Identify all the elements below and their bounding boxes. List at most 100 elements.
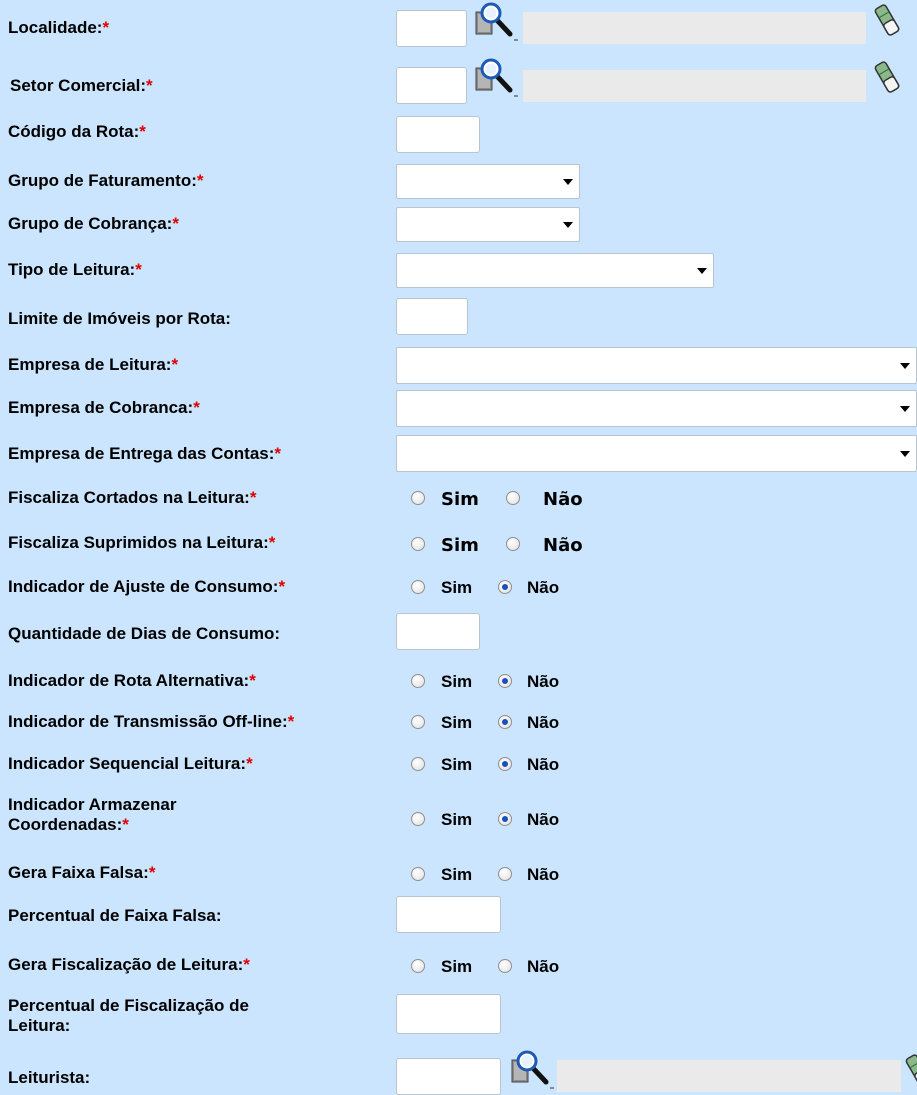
required-marker: *: [148, 863, 156, 882]
armazenar-coordenadas-nao-label: Não: [527, 810, 560, 829]
required-marker: *: [249, 488, 257, 507]
required-marker: *: [278, 577, 286, 596]
fiscaliza-suprimidos-nao-label: Não: [543, 535, 583, 556]
gera-fiscalizacao-label: Gera Fiscalização de Leitura:*: [8, 955, 250, 974]
required-marker: *: [171, 355, 179, 374]
percentual-faixa-falsa-label: Percentual de Faixa Falsa:: [8, 906, 222, 925]
chevron-down-icon: [697, 267, 707, 274]
armazenar-coordenadas-sim-label: Sim: [441, 810, 473, 829]
required-marker: *: [146, 76, 153, 95]
limite-imoveis-input[interactable]: [396, 298, 468, 335]
setor-comercial-description-field: [523, 70, 866, 102]
limite-imoveis-label: Limite de Imóveis por Rota:: [8, 309, 231, 328]
leiturista-search-icon[interactable]: [510, 1050, 554, 1090]
leiturista-description-field: [557, 1060, 901, 1092]
leiturista-code-input[interactable]: [396, 1058, 501, 1095]
required-marker: *: [172, 214, 179, 233]
fiscaliza-suprimidos-label: Fiscaliza Suprimidos na Leitura:*: [8, 533, 276, 552]
transmissao-offline-nao-radio[interactable]: [498, 715, 512, 729]
gera-fiscalizacao-sim-label: Sim: [441, 957, 473, 976]
grupo-faturamento-select[interactable]: [396, 164, 580, 199]
required-marker: *: [135, 260, 142, 279]
fiscaliza-cortados-sim-label: Sim: [441, 489, 479, 510]
empresa-leitura-select[interactable]: [396, 347, 917, 384]
ajuste-consumo-nao-radio[interactable]: [498, 580, 512, 594]
required-marker: *: [287, 712, 295, 731]
localidade-label: Localidade:*: [8, 18, 110, 37]
gera-faixa-falsa-nao-label: Não: [527, 865, 560, 884]
required-marker: *: [139, 122, 146, 141]
leiturista-eraser-icon[interactable]: [903, 1052, 917, 1088]
required-marker: *: [122, 815, 129, 834]
fiscaliza-suprimidos-sim-radio[interactable]: [411, 537, 425, 551]
setor-comercial-label: Setor Comercial:*: [10, 76, 153, 95]
sequencial-leitura-nao-label: Não: [527, 755, 560, 774]
required-marker: *: [102, 18, 110, 37]
percentual-fiscalizacao-input[interactable]: [396, 994, 501, 1034]
percentual-fiscalizacao-label: Percentual de Fiscalização de Leitura:: [8, 996, 249, 1035]
chevron-down-icon: [900, 405, 910, 412]
rota-alternativa-nao-label: Não: [527, 672, 560, 691]
gera-fiscalizacao-nao-label: Não: [527, 957, 560, 976]
setor-comercial-code-input[interactable]: [396, 67, 467, 104]
localidade-code-input[interactable]: [396, 10, 467, 47]
ajuste-consumo-sim-label: Sim: [441, 578, 473, 597]
rota-alternativa-sim-radio[interactable]: [411, 674, 425, 688]
ajuste-consumo-label: Indicador de Ajuste de Consumo:*: [8, 577, 286, 596]
transmissao-offline-sim-radio[interactable]: [411, 715, 425, 729]
empresa-entrega-label: Empresa de Entrega das Contas:*: [8, 444, 282, 463]
gera-faixa-falsa-sim-radio[interactable]: [411, 867, 425, 881]
required-marker: *: [274, 444, 282, 463]
armazenar-coordenadas-nao-radio[interactable]: [498, 812, 512, 826]
ajuste-consumo-nao-label: Não: [527, 578, 560, 597]
fiscaliza-cortados-label: Fiscaliza Cortados na Leitura:*: [8, 488, 257, 507]
localidade-eraser-icon[interactable]: [872, 2, 902, 38]
fiscaliza-cortados-sim-radio[interactable]: [411, 491, 425, 505]
localidade-description-field: [523, 12, 866, 44]
gera-faixa-falsa-sim-label: Sim: [441, 865, 473, 884]
empresa-entrega-select[interactable]: [396, 435, 917, 472]
codigo-rota-input[interactable]: [396, 116, 480, 153]
required-marker: *: [246, 754, 253, 773]
localidade-search-icon[interactable]: [474, 2, 518, 42]
percentual-faixa-falsa-input[interactable]: [396, 896, 501, 933]
required-marker: *: [193, 398, 200, 417]
grupo-faturamento-label: Grupo de Faturamento:*: [8, 171, 204, 190]
tipo-leitura-label: Tipo de Leitura:*: [8, 260, 142, 279]
armazenar-coordenadas-sim-radio[interactable]: [411, 812, 425, 826]
dias-consumo-label: Quantidade de Dias de Consumo:: [8, 624, 281, 643]
grupo-cobranca-select[interactable]: [396, 207, 580, 242]
sequencial-leitura-label: Indicador Sequencial Leitura:*: [8, 754, 253, 773]
empresa-leitura-label: Empresa de Leitura:*: [8, 355, 179, 374]
required-marker: *: [249, 671, 256, 690]
sequencial-leitura-sim-radio[interactable]: [411, 757, 425, 771]
chevron-down-icon: [900, 362, 910, 369]
fiscaliza-suprimidos-nao-radio[interactable]: [506, 537, 520, 551]
gera-faixa-falsa-label: Gera Faixa Falsa:*: [8, 863, 156, 882]
rota-alternativa-nao-radio[interactable]: [498, 674, 512, 688]
transmissao-offline-sim-label: Sim: [441, 713, 473, 732]
rota-alternativa-label: Indicador de Rota Alternativa:*: [8, 671, 256, 690]
transmissao-offline-nao-label: Não: [527, 713, 560, 732]
chevron-down-icon: [563, 221, 573, 228]
tipo-leitura-select[interactable]: [396, 253, 714, 288]
gera-fiscalizacao-sim-radio[interactable]: [411, 959, 425, 973]
ajuste-consumo-sim-radio[interactable]: [411, 580, 425, 594]
chevron-down-icon: [900, 450, 910, 457]
dias-consumo-input[interactable]: [396, 613, 480, 650]
required-marker: *: [268, 533, 276, 552]
sequencial-leitura-sim-label: Sim: [441, 755, 473, 774]
leiturista-label: Leiturista:: [8, 1068, 91, 1087]
empresa-cobranca-select[interactable]: [396, 390, 917, 427]
setor-comercial-eraser-icon[interactable]: [872, 59, 902, 95]
required-marker: *: [243, 955, 250, 974]
gera-faixa-falsa-nao-radio[interactable]: [498, 867, 512, 881]
setor-comercial-search-icon[interactable]: [474, 58, 518, 98]
fiscaliza-cortados-nao-radio[interactable]: [506, 491, 520, 505]
chevron-down-icon: [563, 178, 573, 185]
armazenar-coordenadas-label: Indicador Armazenar Coordenadas:*: [8, 795, 177, 834]
sequencial-leitura-nao-radio[interactable]: [498, 757, 512, 771]
gera-fiscalizacao-nao-radio[interactable]: [498, 959, 512, 973]
fiscaliza-cortados-nao-label: Não: [543, 489, 583, 510]
transmissao-offline-label: Indicador de Transmissão Off-line:*: [8, 712, 295, 731]
